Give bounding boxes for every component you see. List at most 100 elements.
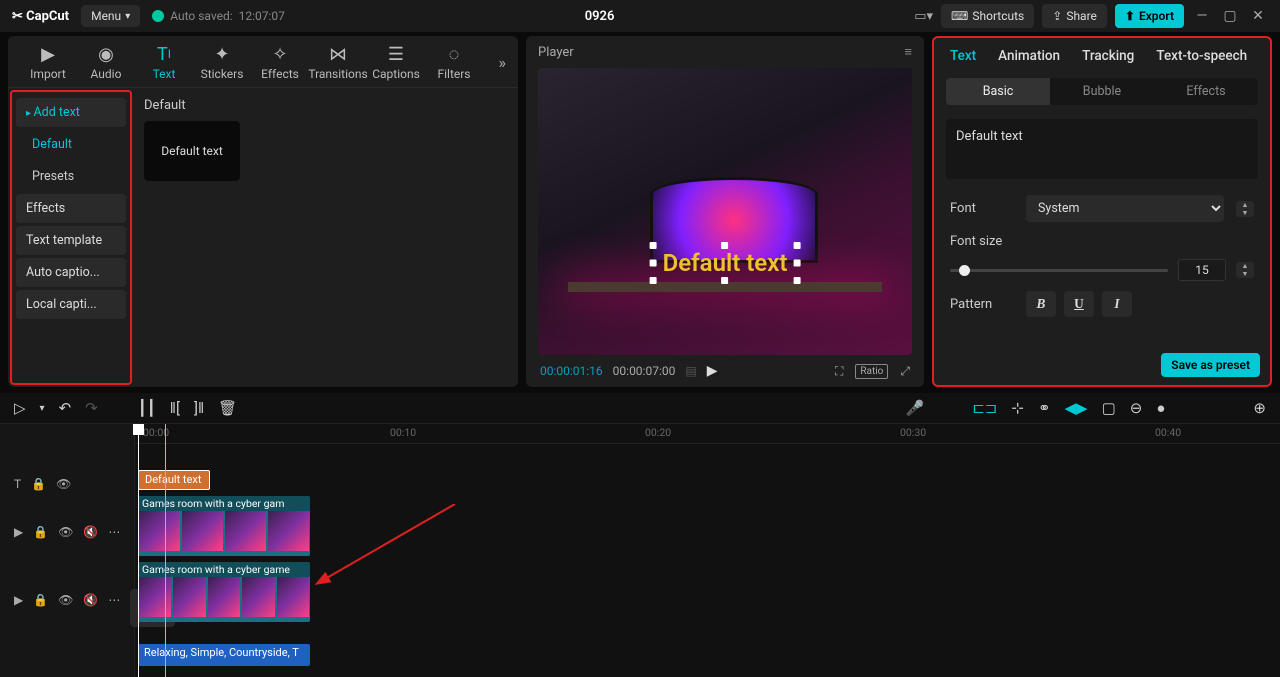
font-select[interactable]: System [1026,195,1224,222]
rtab-tracking[interactable]: Tracking [1082,48,1134,64]
lock-icon[interactable]: 🔒 [33,593,48,607]
underline-button[interactable]: U [1064,291,1094,317]
size-stepper[interactable]: ▲▼ [1236,262,1254,278]
eye-icon[interactable]: 👁 [58,525,73,539]
eye-icon[interactable]: 👁 [56,477,71,491]
handle-r[interactable] [793,260,800,267]
share-button[interactable]: ⇪ Share [1042,4,1107,28]
align-icon[interactable]: ⊹ [1011,399,1024,417]
more-icon[interactable]: ⋯ [108,593,120,607]
sidebar-template[interactable]: Text template [16,226,126,255]
menu-button[interactable]: Menu ▾ [81,5,140,27]
preview-icon[interactable]: ▢ [1102,399,1116,417]
scale-icon[interactable]: ⛶ [835,364,843,379]
handle-b[interactable] [722,277,729,284]
sidebar-effects[interactable]: Effects [16,194,126,223]
lock-icon[interactable]: 🔒 [33,525,48,539]
text-overlay[interactable]: Default text [652,244,799,282]
zoom-in-icon[interactable]: ⊕ [1253,399,1266,417]
rtab-tts[interactable]: Text-to-speech [1156,48,1247,64]
minimize-icon[interactable]: — [1192,6,1212,26]
close-icon[interactable] [1248,6,1268,26]
redo-button[interactable]: ↷ [85,399,98,417]
size-label: Font size [950,234,1014,249]
shortcuts-button[interactable]: ⌨ Shortcuts [941,4,1034,28]
fullscreen-icon[interactable]: ⤢ [900,364,910,379]
tab-filters[interactable]: ◌Filters [426,44,482,81]
select-mode-icon[interactable]: ▾ [40,403,45,414]
app-logo: ✂ CapCut [12,9,69,24]
handle-t[interactable] [722,242,729,249]
rtab-text[interactable]: Text [950,48,976,64]
subtab-basic[interactable]: Basic [946,78,1050,105]
sidebar-local-caption[interactable]: Local capti... [16,290,126,319]
handle-l[interactable] [650,260,657,267]
maximize-icon[interactable]: ▢ [1220,6,1240,26]
sidebar-add-text[interactable]: Add text [16,98,126,127]
ratio-button[interactable]: Ratio [855,364,888,379]
font-stepper[interactable]: ▲▼ [1236,201,1254,217]
content-heading: Default [144,98,508,113]
mic-icon[interactable]: 🎤 [906,399,925,417]
player-menu-icon[interactable]: ≡ [904,44,912,60]
split-tool[interactable]: ┃┃ [138,399,156,417]
bold-button[interactable]: B [1026,291,1056,317]
zoom-slider-icon[interactable]: ● [1156,399,1165,417]
timeline-ruler[interactable]: 00:00 00:10 00:20 00:30 00:40 [135,424,1280,444]
timeline-tracks[interactable]: 00:00 00:10 00:20 00:30 00:40 Default te… [135,424,1280,677]
handle-tr[interactable] [793,242,800,249]
tab-captions[interactable]: ☰Captions [368,44,424,81]
italic-button[interactable]: I [1102,291,1132,317]
sidebar-default[interactable]: Default [16,130,126,159]
undo-button[interactable]: ↶ [59,399,72,417]
subtab-bubble[interactable]: Bubble [1050,78,1154,105]
sidebar-presets[interactable]: Presets [16,162,126,191]
trim-right-tool[interactable]: ]‖ [194,399,204,417]
handle-bl[interactable] [650,277,657,284]
compare-icon[interactable]: ▤ [685,364,696,378]
rtab-animation[interactable]: Animation [998,48,1060,64]
sidebar-auto-caption[interactable]: Auto captio... [16,258,126,287]
export-button[interactable]: ⬆ Export [1115,4,1184,28]
zoom-out-icon[interactable]: ⊖ [1130,399,1143,417]
magnet-icon[interactable]: ⊏⊐ [972,399,997,417]
text-content-input[interactable]: Default text [946,119,1258,179]
size-input[interactable] [1178,259,1226,281]
text-preset-thumb[interactable]: Default text [144,121,240,181]
clip-video2[interactable]: Games room with a cyber game [138,562,310,622]
handle-br[interactable] [793,277,800,284]
play-button[interactable]: ▶ [707,363,718,379]
clip-text[interactable]: Default text [138,470,210,490]
tab-stickers[interactable]: ✦Stickers [194,44,250,81]
track-head-video1: ▶🔒👁🔇⋯ [0,498,134,566]
handle-tl[interactable] [650,242,657,249]
tab-transitions[interactable]: ⋈Transitions [310,44,366,81]
more-icon[interactable]: ⋯ [108,525,120,539]
clip-video1[interactable]: Games room with a cyber gam [138,496,310,556]
tab-audio[interactable]: ◉Audio [78,44,134,81]
autosave-status: Auto saved: 12:07:07 [152,9,285,23]
tab-text[interactable]: TIText [136,44,192,81]
subtab-effects[interactable]: Effects [1154,78,1258,105]
delete-tool[interactable]: 🗑 [218,399,237,417]
playhead[interactable] [138,424,139,677]
timecode-total: 00:00:07:00 [613,364,676,378]
eye-icon[interactable]: 👁 [58,593,73,607]
player-viewport[interactable]: Default text [538,68,912,355]
tab-effects[interactable]: ✧Effects [252,44,308,81]
mute-icon[interactable]: 🔇 [83,525,98,539]
link-icon[interactable]: ⚭ [1038,399,1051,417]
layout-icon[interactable]: ▭▾ [914,9,933,24]
trim-left-tool[interactable]: ‖[ [170,399,180,417]
clip-audio[interactable]: Relaxing, Simple, Countryside, T [138,644,310,666]
select-tool[interactable]: ▷ [14,399,26,417]
ruler-mark: 00:20 [645,426,671,439]
snap-icon[interactable]: ◀▶ [1065,399,1088,417]
save-preset-button[interactable]: Save as preset [1161,353,1260,377]
more-tabs-icon[interactable]: » [499,53,507,72]
captions-icon: ☰ [388,44,404,64]
mute-icon[interactable]: 🔇 [83,593,98,607]
lock-icon[interactable]: 🔒 [31,477,46,491]
tab-import[interactable]: ▶Import [20,44,76,81]
size-slider[interactable] [950,269,1168,272]
